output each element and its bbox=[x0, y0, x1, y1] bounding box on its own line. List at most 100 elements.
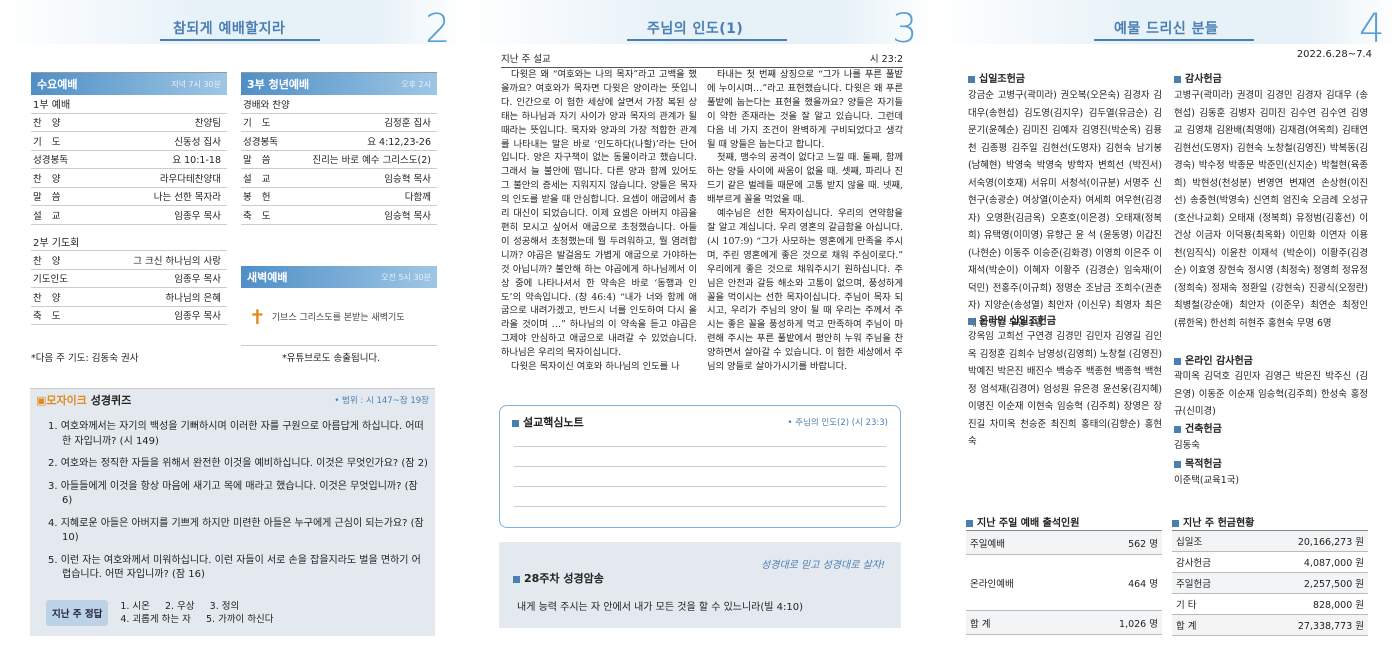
memory-verse-box: 성경대로 믿고 성경대로 살자! 28주차 성경암송 내게 능력 주시는 자 안… bbox=[499, 542, 901, 628]
square-icon bbox=[1174, 460, 1181, 468]
quiz-question: 4. 지혜로운 아들은 아버지를 기쁘게 하지만 미련한 아들은 누구에게 근심… bbox=[48, 517, 424, 544]
sermon-label: 지난 주 설교 bbox=[501, 54, 551, 65]
tithe-names: 강금순 고병구(곽미라) 권오복(오은숙) 김경자 김대우(송현섭) 김도영(김… bbox=[968, 90, 1162, 329]
quiz-range: • 범위 : 시 147~잠 19장 bbox=[334, 396, 429, 406]
title-underline bbox=[160, 39, 320, 41]
wednesday-service-header: 수요예배 저녁 7시 30분 bbox=[31, 73, 227, 95]
square-icon bbox=[966, 519, 973, 527]
service-row-value: 라우다테찬양대 bbox=[159, 173, 221, 185]
dawn-service: 새벽예배 오전 5시 30분 ✝ 기브스 그리스도를 본받는 새벽기도 bbox=[241, 266, 437, 346]
page-number: 2 bbox=[425, 6, 451, 52]
service-row: 찬양 라우다테찬양대 bbox=[31, 169, 227, 188]
quiz-question: 1. 여호와께서는 자기의 백성을 기뻐하시며 이러한 자를 구원으로 아름답게… bbox=[48, 421, 424, 447]
wednesday-service-time: 저녁 7시 30분 bbox=[171, 79, 221, 89]
summary-label: 십일조 bbox=[1176, 537, 1203, 548]
dawn-service-title: 새벽예배 bbox=[247, 271, 288, 284]
offering-summary-title: 지난 주 헌금현황 bbox=[1172, 514, 1254, 529]
online-tithe-names: 강옥임 고희선 구연경 김경민 김민자 김영길 김인옥 김정훈 김희수 남영성(… bbox=[968, 331, 1162, 447]
youth-service-time: 오후 2시 bbox=[401, 79, 431, 89]
service-row: 경배와 찬양 bbox=[241, 95, 437, 114]
service-row: 기도인도 임종우 목사 bbox=[31, 270, 227, 288]
service-row: 찬양 하나님의 은혜 bbox=[31, 288, 227, 307]
summary-row: 주일헌금 2,257,500 원 bbox=[1172, 573, 1368, 594]
summary-label: 주일헌금 bbox=[1176, 579, 1211, 590]
note-line bbox=[514, 466, 886, 467]
mission-title: 목적헌금 bbox=[1174, 455, 1222, 470]
service-row-value: 요 10:1-18 bbox=[172, 155, 221, 167]
note-line bbox=[514, 506, 886, 507]
service-row-role: 성경봉독 bbox=[33, 155, 68, 167]
answer-label: 지난 주 정답 bbox=[46, 600, 109, 626]
sermon-column-1: 다윗은 왜 “여호와는 나의 목자”라고 고백을 했을까요? 여호와가 목자면 … bbox=[501, 68, 697, 374]
answer-line-2: 4. 괴롭게 하는 자 5. 가까이 하신다 bbox=[120, 614, 274, 625]
service-row: 성경봉독 요 10:1-18 bbox=[31, 151, 227, 169]
service-row-value: 진리는 바로 예수 그리스도(2) bbox=[312, 155, 431, 167]
service-row-value: 임종우 목사 bbox=[174, 311, 221, 323]
service-row-role: 축도 bbox=[243, 210, 281, 222]
attendance-title: 지난 주일 예배 출석인원 bbox=[966, 514, 1079, 529]
summary-row: 주일예배 562 명 bbox=[966, 531, 1162, 555]
summary-label: 합 계 bbox=[1176, 621, 1197, 632]
service-row: 축도 임승혁 목사 bbox=[241, 206, 437, 225]
service-row-role: 기도 bbox=[33, 136, 71, 148]
service-row-role: 축도 bbox=[33, 311, 71, 323]
page-offerings: 예물 드리신 분들 4 2022.6.28~7.4 십일조헌금 강금순 고병구(… bbox=[934, 0, 1400, 662]
offering-date: 2022.6.28~7.4 bbox=[1296, 49, 1372, 60]
note-line bbox=[514, 446, 886, 447]
square-icon bbox=[1174, 425, 1181, 433]
note-title: 설교핵심노트 bbox=[512, 414, 584, 430]
online-thanks-title: 온라인 감사헌금 bbox=[1174, 352, 1253, 367]
quiz-questions: 1. 여호와께서는 자기의 백성을 기뻐하시며 이러한 자를 구원으로 아름답게… bbox=[48, 420, 428, 591]
service-row-role: 기도 bbox=[243, 118, 281, 130]
page-number: 3 bbox=[892, 6, 918, 52]
note-line bbox=[514, 486, 886, 487]
page-number: 4 bbox=[1359, 6, 1385, 52]
service-row-role: 설교 bbox=[33, 210, 71, 222]
youth-service-header: 3부 청년예배 오후 2시 bbox=[241, 73, 437, 95]
quiz-square-icon: ▣ bbox=[36, 394, 47, 407]
thanks-title: 감사헌금 bbox=[1174, 70, 1222, 85]
sermon-note-box[interactable]: 설교핵심노트 • 주님의 인도(2) (시 23:3) bbox=[499, 405, 901, 528]
service-row-role: 성경봉독 bbox=[243, 136, 278, 148]
summary-row: 기 타 828,000 원 bbox=[1172, 594, 1368, 615]
sermon-paragraph: 예수님은 선한 목자이십니다. 우리의 연약함을 잘 알고 계십니다. 우리 영… bbox=[707, 208, 903, 373]
building-names: 김동숙 bbox=[1174, 440, 1200, 451]
summary-value: 2,257,500 원 bbox=[1303, 579, 1364, 590]
quiz-question: 3. 아들들에게 이것을 항상 마음에 새기고 목에 매라고 했습니다. 이것은… bbox=[48, 480, 418, 507]
answer-line-1: 1. 시온 2. 우상 3. 정의 bbox=[120, 601, 240, 612]
memory-verse: 내게 능력 주시는 자 안에서 내가 모든 것을 할 수 있느니라(빌 4:10… bbox=[517, 602, 804, 613]
summary-value: 562 명 bbox=[1128, 538, 1158, 550]
service-row: 설교 임종우 목사 bbox=[31, 206, 227, 225]
note-ref: • 주님의 인도(2) (시 23:3) bbox=[787, 418, 888, 428]
quiz-title: ▣모자이크 성경퀴즈 bbox=[36, 394, 132, 407]
youtube-note: *유튜브로도 송출됩니다. bbox=[282, 353, 381, 364]
service-row-value: 신동성 집사 bbox=[174, 136, 221, 148]
square-icon bbox=[968, 75, 975, 83]
dawn-service-header: 새벽예배 오전 5시 30분 bbox=[241, 266, 437, 288]
sermon-ref: 시 23:2 bbox=[869, 54, 903, 65]
service-row: 성경봉독 요 4:12,23-26 bbox=[241, 132, 437, 151]
service-row-value: 나는 선한 목자라 bbox=[153, 192, 221, 204]
service-row-role: 찬양 bbox=[33, 173, 71, 185]
summary-row: 십일조 20,166,273 원 bbox=[1172, 531, 1368, 552]
service-section: 2부 기도회 bbox=[31, 233, 227, 251]
mission-names: 이준택(교육1국) bbox=[1174, 475, 1240, 486]
online-thanks-names: 곽미옥 김덕호 김민자 김영근 박은진 박주신 (김은영) 이동준 이순재 임승… bbox=[1174, 371, 1368, 417]
quiz-header: ▣모자이크 성경퀴즈 • 범위 : 시 147~잠 19장 bbox=[30, 390, 435, 410]
service-row-value: 임승혁 목사 bbox=[384, 210, 431, 222]
service-row-role: 말씀 bbox=[243, 155, 281, 167]
service-row-role: 찬양 bbox=[33, 292, 71, 304]
page-worship: 참되게 예배할지라 2 수요예배 저녁 7시 30분 1부 예배 찬양 찬양팀 기도 신… bbox=[0, 0, 466, 662]
thanks-names: 고병구(곽미라) 권경미 김경민 김경자 김대우 (송현섭) 김동훈 김병자 김… bbox=[1174, 90, 1368, 329]
dawn-logo-text: 기브스 그리스도를 본받는 새벽기도 bbox=[271, 313, 405, 323]
sermon-meta: 지난 주 설교 시 23:2 bbox=[501, 51, 903, 68]
square-icon bbox=[1174, 357, 1181, 365]
service-row: 봉헌 다함께 bbox=[241, 188, 437, 206]
service-row-role: 경배와 찬양 bbox=[243, 99, 290, 111]
service-row: 기도 김정훈 집사 bbox=[241, 114, 437, 132]
tithe-title: 십일조헌금 bbox=[968, 70, 1025, 85]
service-row-role: 찬양 bbox=[33, 255, 71, 267]
sermon-paragraph: 타내는 첫 번째 상징으로 “그가 나를 푸른 풀밭에 누이시며…”라고 표현했… bbox=[707, 69, 903, 150]
service-row-value: 임승혁 목사 bbox=[384, 173, 431, 185]
